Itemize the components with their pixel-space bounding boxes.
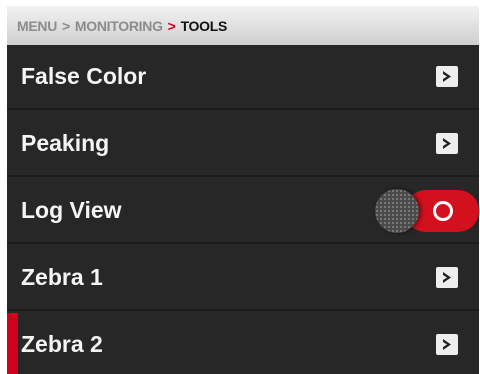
menu-item-label: Zebra 2 <box>21 331 103 357</box>
log-view-toggle[interactable] <box>375 188 479 233</box>
menu-item-false-color[interactable]: False Color <box>7 45 479 110</box>
breadcrumb-separator-active: > <box>167 17 176 34</box>
breadcrumb: MENU > MONITORING > TOOLS <box>7 6 479 45</box>
chevron-right-icon[interactable] <box>436 334 458 355</box>
menu-item-zebra-1[interactable]: Zebra 1 <box>7 246 479 311</box>
toggle-on-indicator-icon <box>433 200 453 221</box>
chevron-right-icon[interactable] <box>436 267 458 288</box>
tools-menu-screen: MENU > MONITORING > TOOLS False Color Pe… <box>7 6 479 374</box>
toggle-knob[interactable] <box>375 188 419 233</box>
menu-item-label: Peaking <box>21 130 110 156</box>
menu-item-label: Log View <box>21 197 122 223</box>
chevron-right-icon[interactable] <box>436 66 458 87</box>
breadcrumb-item-menu[interactable]: MENU <box>17 18 57 34</box>
menu-item-label: Zebra 1 <box>21 264 103 290</box>
menu-item-zebra-2[interactable]: Zebra 2 <box>7 313 479 374</box>
chevron-right-icon[interactable] <box>436 133 458 154</box>
breadcrumb-item-monitoring[interactable]: MONITORING <box>75 18 163 34</box>
breadcrumb-item-tools: TOOLS <box>180 17 228 34</box>
menu-item-label: False Color <box>21 63 147 89</box>
menu-item-peaking[interactable]: Peaking <box>7 112 479 177</box>
menu-item-log-view[interactable]: Log View <box>7 179 479 244</box>
breadcrumb-separator: > <box>62 17 70 34</box>
selection-indicator <box>7 313 18 374</box>
